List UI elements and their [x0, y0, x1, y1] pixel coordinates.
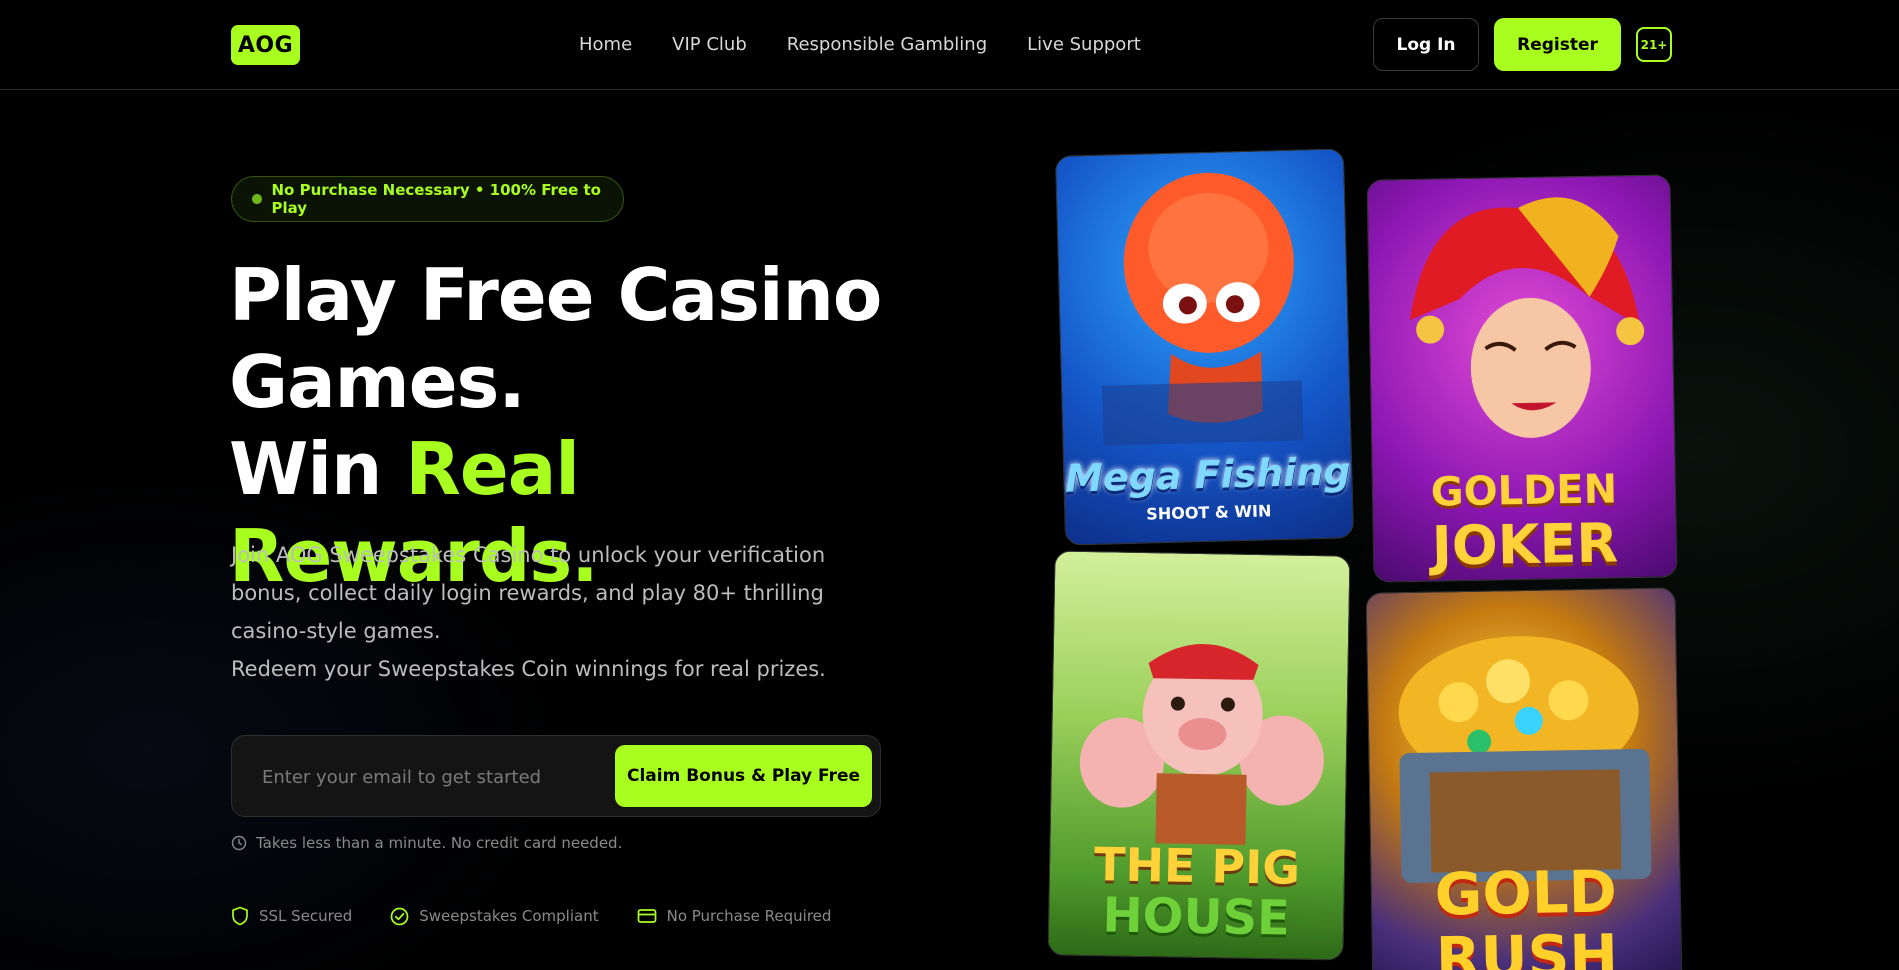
- game-card-mega-fishing[interactable]: Mega Fishing SHOOT & WIN: [1054, 148, 1355, 546]
- octopus-art-icon: [1101, 172, 1304, 446]
- nav-home[interactable]: Home: [579, 34, 632, 55]
- pill-label: No Purchase Necessary • 100% Free to Pla…: [271, 181, 601, 217]
- game-card-golden-joker[interactable]: GOLDEN JOKER: [1366, 174, 1678, 583]
- treasure-chest-art-icon: [1398, 636, 1652, 883]
- mega-fishing-subtitle: SHOOT & WIN: [1146, 501, 1272, 524]
- login-button[interactable]: Log In: [1373, 18, 1479, 71]
- nav-live-support[interactable]: Live Support: [1027, 34, 1141, 55]
- trust-ssl: SSL Secured: [231, 906, 352, 926]
- aog-logo[interactable]: AOG: [231, 25, 300, 65]
- trust-no-purchase: No Purchase Required: [637, 907, 832, 925]
- subtext-paragraph-1: Join AOG Sweepstakes Casino to unlock yo…: [231, 543, 826, 643]
- signup-note: Takes less than a minute. No credit card…: [231, 834, 622, 852]
- signup-note-text: Takes less than a minute. No credit card…: [256, 834, 623, 852]
- game-card-the-pig-house[interactable]: THE PIG HOUSE: [1047, 550, 1351, 961]
- check-circle-icon: [390, 907, 409, 925]
- shield-icon: [232, 906, 248, 926]
- trust-compliant-label: Sweepstakes Compliant: [419, 907, 599, 925]
- pig-house-line-2: HOUSE: [1102, 887, 1291, 947]
- email-signup-form: Claim Bonus & Play Free: [231, 735, 881, 817]
- age-restriction-badge: 21+: [1636, 27, 1672, 62]
- free-play-pill: No Purchase Necessary • 100% Free to Pla…: [231, 176, 624, 222]
- nav-vip-club[interactable]: VIP Club: [672, 34, 747, 55]
- trust-compliant: Sweepstakes Compliant: [390, 907, 599, 926]
- claim-bonus-button[interactable]: Claim Bonus & Play Free: [615, 745, 872, 807]
- trust-ssl-label: SSL Secured: [259, 907, 353, 925]
- headline-line-2: Games.: [229, 340, 526, 424]
- email-input[interactable]: [262, 758, 602, 796]
- jester-art-icon: [1409, 197, 1645, 438]
- credit-card-icon: [637, 909, 656, 923]
- headline-line-3-white: Win: [229, 427, 406, 511]
- hero-subtext: Join AOG Sweepstakes Casino to unlock yo…: [231, 536, 891, 688]
- register-button[interactable]: Register: [1494, 18, 1621, 71]
- trust-badges: SSL Secured Sweepstakes Compliant No Pur…: [231, 906, 869, 926]
- game-card-gold-rush[interactable]: GOLD RUSH: [1365, 587, 1683, 970]
- site-header: AOG Home VIP Club Responsible Gambling L…: [0, 0, 1899, 90]
- main-nav: Home VIP Club Responsible Gambling Live …: [579, 34, 1181, 55]
- nav-responsible-gambling[interactable]: Responsible Gambling: [787, 34, 987, 55]
- subtext-paragraph-2: Redeem your Sweepstakes Coin winnings fo…: [231, 657, 826, 681]
- golden-joker-line-2: JOKER: [1431, 511, 1619, 578]
- status-dot-icon: [252, 194, 262, 204]
- golden-joker-line-1: GOLDEN: [1430, 466, 1618, 516]
- mega-fishing-title: Mega Fishing: [1064, 449, 1352, 501]
- clock-icon: [231, 835, 247, 851]
- trust-no-purchase-label: No Purchase Required: [666, 907, 832, 925]
- gold-rush-title: GOLD RUSH: [1434, 857, 1619, 970]
- pigs-art-icon: [1079, 644, 1324, 845]
- headline-line-1: Play Free Casino: [229, 253, 882, 337]
